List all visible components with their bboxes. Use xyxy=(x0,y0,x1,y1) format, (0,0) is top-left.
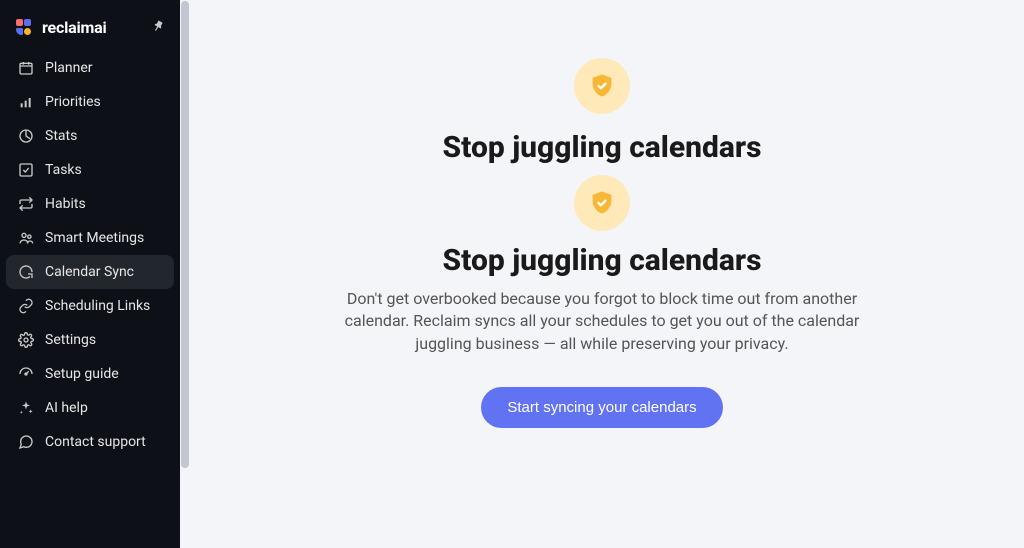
sidebar-item-label: Setup guide xyxy=(45,366,119,382)
bars-icon xyxy=(18,94,34,110)
sidebar-item-calendar-sync[interactable]: Calendar Sync xyxy=(6,255,174,289)
sidebar-item-tasks[interactable]: Tasks xyxy=(6,153,174,187)
sidebar-item-label: Settings xyxy=(45,332,96,348)
hero-badge-icon xyxy=(574,175,630,231)
sidebar-item-label: Contact support xyxy=(45,434,146,450)
gauge-icon xyxy=(18,366,34,382)
brand-name: reclaimai xyxy=(42,18,107,37)
repeat-icon xyxy=(18,196,34,212)
hero-title: Stop juggling calendars xyxy=(443,243,762,278)
sidebar-item-label: Tasks xyxy=(45,162,82,178)
sidebar: reclaimai Planner Priorities Stats Tasks… xyxy=(0,0,180,548)
sidebar-item-smart-meetings[interactable]: Smart Meetings xyxy=(6,221,174,255)
main-content: Stop juggling calendars Stop juggling ca… xyxy=(180,0,1024,548)
sidebar-item-ai-help[interactable]: AI help xyxy=(6,391,174,425)
sidebar-item-label: Calendar Sync xyxy=(45,264,134,280)
sidebar-item-label: Scheduling Links xyxy=(45,298,150,314)
sync-icon xyxy=(18,264,34,280)
people-icon xyxy=(18,230,34,246)
scrollbar-thumb[interactable] xyxy=(181,1,189,468)
stats-icon xyxy=(18,128,34,144)
sidebar-item-label: Planner xyxy=(45,60,92,76)
sidebar-item-label: Smart Meetings xyxy=(45,230,144,246)
link-icon xyxy=(18,298,34,314)
hero-badge-icon xyxy=(574,58,630,114)
brand-logo-icon xyxy=(16,19,34,37)
pin-icon[interactable] xyxy=(146,16,167,39)
hero-title: Stop juggling calendars xyxy=(443,130,762,165)
sidebar-item-stats[interactable]: Stats xyxy=(6,119,174,153)
start-syncing-button[interactable]: Start syncing your calendars xyxy=(481,387,722,428)
hero-description: Don't get overbooked because you forgot … xyxy=(337,288,867,355)
sidebar-item-label: Stats xyxy=(45,128,77,144)
sidebar-item-label: Priorities xyxy=(45,94,101,110)
sidebar-item-settings[interactable]: Settings xyxy=(6,323,174,357)
calendar-icon xyxy=(18,60,34,76)
scrollbar[interactable] xyxy=(181,1,189,468)
brand: reclaimai xyxy=(6,14,174,51)
sidebar-item-label: AI help xyxy=(45,400,88,416)
gear-icon xyxy=(18,332,34,348)
chat-icon xyxy=(18,434,34,450)
sidebar-item-label: Habits xyxy=(45,196,86,212)
sidebar-item-setup-guide[interactable]: Setup guide xyxy=(6,357,174,391)
sidebar-item-scheduling-links[interactable]: Scheduling Links xyxy=(6,289,174,323)
sidebar-item-contact-support[interactable]: Contact support xyxy=(6,425,174,459)
sidebar-item-habits[interactable]: Habits xyxy=(6,187,174,221)
check-square-icon xyxy=(18,162,34,178)
sparkle-icon xyxy=(18,400,34,416)
sidebar-item-planner[interactable]: Planner xyxy=(6,51,174,85)
sidebar-item-priorities[interactable]: Priorities xyxy=(6,85,174,119)
